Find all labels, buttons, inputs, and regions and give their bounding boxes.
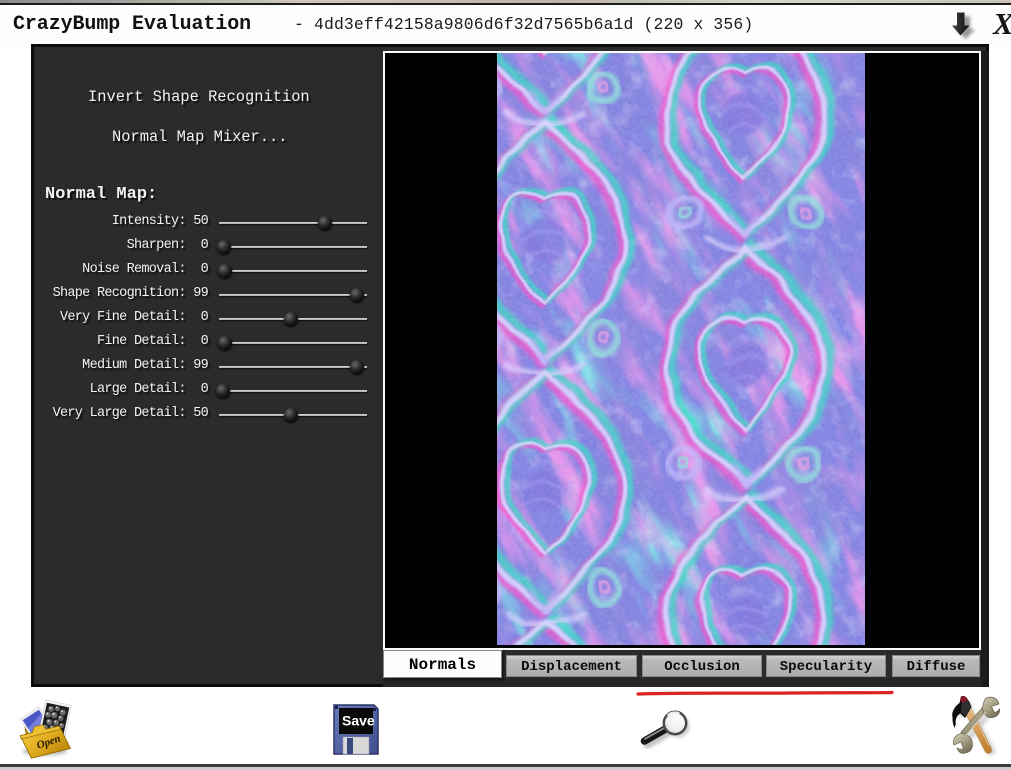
svg-text:Save: Save <box>342 713 375 729</box>
